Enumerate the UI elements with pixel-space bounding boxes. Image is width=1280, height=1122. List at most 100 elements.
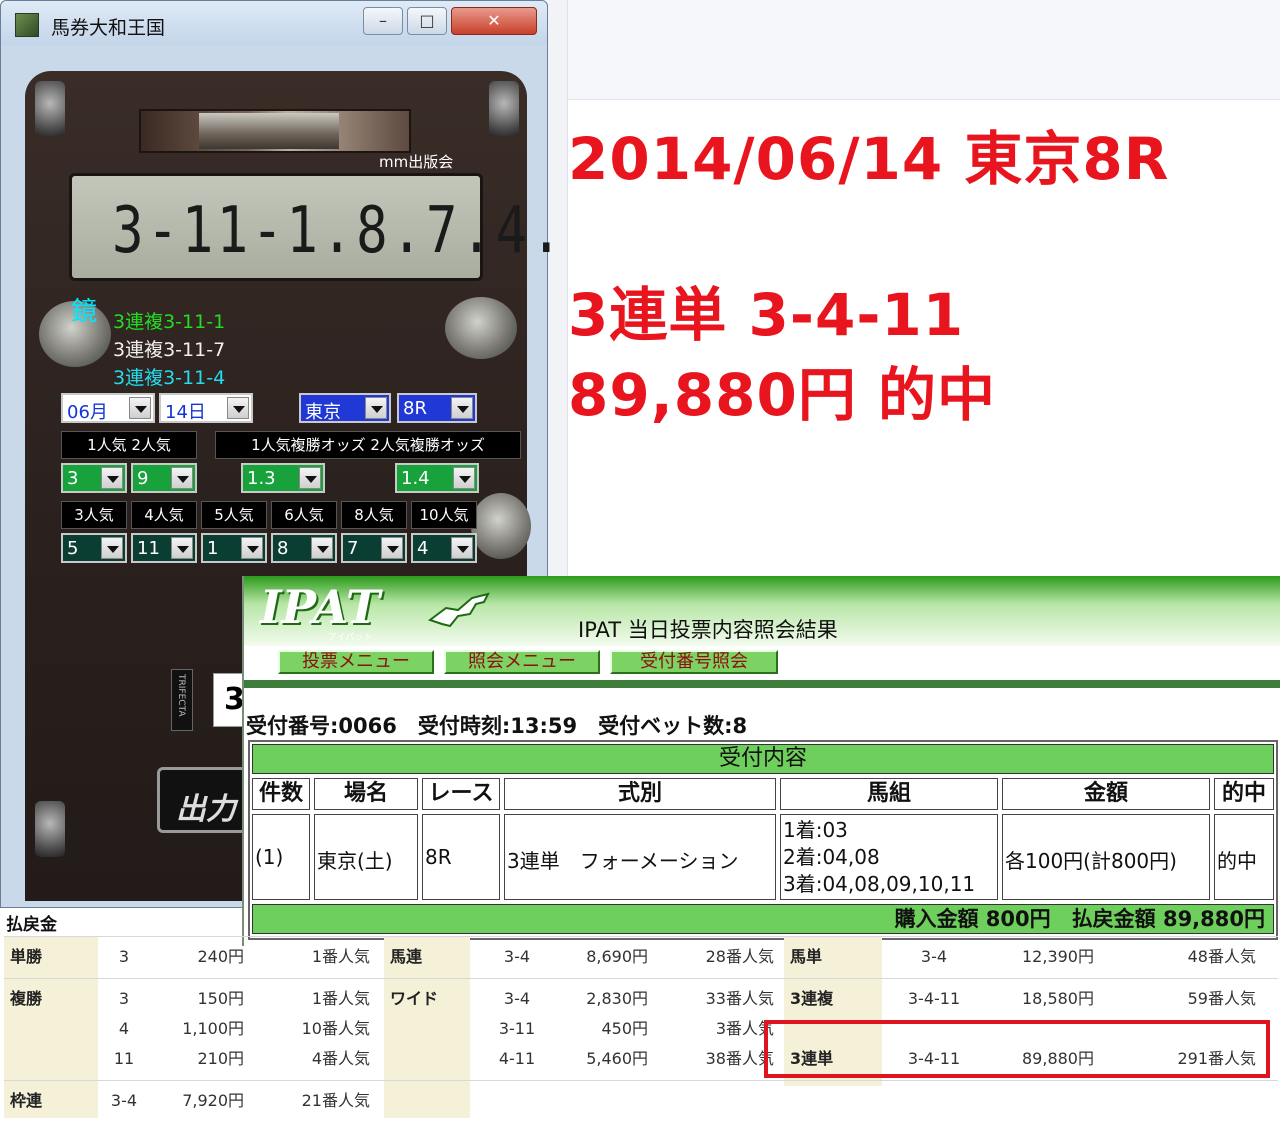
ipat-logo-sub: アイパット xyxy=(328,633,373,643)
payout-cell: 8,690円 xyxy=(586,947,648,966)
payout-cell: 3-4 xyxy=(503,989,531,1008)
receipt-lookup-button[interactable]: 受付番号照会 xyxy=(610,650,778,674)
pop1-odds-select[interactable]: 1.3 xyxy=(241,463,325,493)
col-race: レース xyxy=(422,778,500,810)
pop8-select[interactable]: 7 xyxy=(341,533,407,563)
chevron-down-icon[interactable] xyxy=(171,467,193,489)
ipat-title: IPAT 当日投票内容照会結果 xyxy=(578,618,838,642)
bet-type-cell: 3連複 xyxy=(790,989,834,1008)
inquiry-menu-button[interactable]: 照会メニュー xyxy=(444,650,600,674)
combo-line: 3連複3-11-7 xyxy=(113,339,226,361)
chevron-down-icon[interactable] xyxy=(451,537,473,559)
lcd-value: 3-11-1.8.7.4. xyxy=(112,194,566,268)
pop6-label: 6人気 xyxy=(271,501,337,529)
coin-icon xyxy=(471,493,531,559)
col-hit: 的中 xyxy=(1214,778,1274,810)
pop1-select[interactable]: 3 xyxy=(61,463,127,493)
payout-cell xyxy=(564,1086,654,1116)
col-horses: 馬組 xyxy=(780,778,998,810)
receipt-info: 受付番号:0066 受付時刻:13:59 受付ベット数:8 xyxy=(246,714,748,738)
combo-line: 3連複3-11-4 xyxy=(113,367,226,389)
title-bar[interactable]: 馬券大和王国 – □ ✕ xyxy=(1,1,547,45)
chevron-down-icon[interactable] xyxy=(227,397,249,419)
cell-hit: 的中 xyxy=(1214,814,1274,900)
chevron-down-icon[interactable] xyxy=(311,537,333,559)
bet-type-cell: 単勝 xyxy=(10,947,43,966)
payout-cell: 2,830円 xyxy=(586,989,648,1008)
col-count: 件数 xyxy=(252,778,310,810)
payout-cell: 7,920円 xyxy=(182,1091,244,1110)
venue-select[interactable]: 東京 xyxy=(299,393,391,423)
pop4-select[interactable]: 11 xyxy=(131,533,197,563)
payout-cell: 4 xyxy=(118,1019,130,1038)
bet-type-cell: ワイド xyxy=(390,989,439,1008)
day-select[interactable]: 14日 xyxy=(159,393,253,423)
odds-labels: 1人気複勝オッズ 2人気複勝オッズ xyxy=(215,431,521,459)
screw-icon xyxy=(35,81,65,137)
payout-cell: 150円 xyxy=(197,989,244,1008)
pop3-label: 3人気 xyxy=(61,501,127,529)
payout-cell: 11 xyxy=(113,1049,135,1068)
payout-cell xyxy=(882,1086,986,1116)
payout-cell: 18,580円 xyxy=(1022,989,1094,1008)
col-venue: 場名 xyxy=(314,778,418,810)
maximize-button[interactable]: □ xyxy=(407,7,447,35)
lcd-display: 3-11-1.8.7.4. xyxy=(69,173,562,281)
payout-cell: 5,460円 xyxy=(586,1049,648,1068)
nav-divider xyxy=(244,680,1280,688)
cell-venue: 東京(土) xyxy=(314,814,418,900)
background-window xyxy=(548,0,1280,100)
chevron-down-icon[interactable] xyxy=(451,397,473,419)
combo-line: 3連複3-11-1 xyxy=(113,311,226,333)
background-window-edge xyxy=(548,0,568,580)
pop5-select[interactable]: 1 xyxy=(201,533,267,563)
payout-cell xyxy=(1112,1086,1262,1116)
cell-race: 8R xyxy=(422,814,500,900)
chevron-down-icon[interactable] xyxy=(101,537,123,559)
pop10-label: 10人気 xyxy=(411,501,477,529)
pop2-odds-select[interactable]: 1.4 xyxy=(395,463,479,493)
headline-bet: 3連単 3-4-11 xyxy=(568,281,965,349)
close-button[interactable]: ✕ xyxy=(451,7,537,35)
popularity-labels: 1人気 2人気 xyxy=(61,431,197,459)
pop4-label: 4人気 xyxy=(131,501,197,529)
payout-cell: 3-4 xyxy=(920,947,948,966)
ipat-nav: 投票メニュー 照会メニュー 受付番号照会 xyxy=(244,646,1280,680)
month-select[interactable]: 06月 xyxy=(61,393,155,423)
chevron-down-icon[interactable] xyxy=(381,537,403,559)
bet-type-cell xyxy=(384,1014,470,1044)
bet-type-cell: 枠連 xyxy=(10,1091,43,1110)
payout-cell: 38番人気 xyxy=(705,1049,774,1068)
chevron-down-icon[interactable] xyxy=(129,397,151,419)
pop10-select[interactable]: 4 xyxy=(411,533,477,563)
race-select[interactable]: 8R xyxy=(397,393,477,423)
pop2-select[interactable]: 9 xyxy=(131,463,197,493)
minimize-button[interactable]: – xyxy=(363,7,403,35)
pop6-select[interactable]: 8 xyxy=(271,533,337,563)
output-button[interactable]: 出力 xyxy=(157,767,247,833)
chevron-down-icon[interactable] xyxy=(453,467,475,489)
screw-icon xyxy=(35,801,65,857)
chevron-down-icon[interactable] xyxy=(299,467,321,489)
payout-cell: 10番人気 xyxy=(301,1019,370,1038)
vote-menu-button[interactable]: 投票メニュー xyxy=(278,650,434,674)
cell-amount: 各100円(計800円) xyxy=(1002,814,1210,900)
bet-type-cell: 馬単 xyxy=(790,947,823,966)
chevron-down-icon[interactable] xyxy=(365,397,387,419)
chevron-down-icon[interactable] xyxy=(241,537,263,559)
table-footer-totals: 購入金額 800円 払戻金額 89,880円 xyxy=(252,904,1274,934)
payout-cell xyxy=(988,1086,1100,1116)
chevron-down-icon[interactable] xyxy=(101,467,123,489)
payout-cell: 4番人気 xyxy=(311,1049,370,1068)
pop3-select[interactable]: 5 xyxy=(61,533,127,563)
hit-highlight-box xyxy=(764,1020,1270,1078)
payout-cell: 240円 xyxy=(197,947,244,966)
col-type: 式別 xyxy=(504,778,776,810)
payout-cell: 12,390円 xyxy=(1022,947,1094,966)
chevron-down-icon[interactable] xyxy=(171,537,193,559)
bet-type-cell xyxy=(4,1044,98,1074)
ipat-panel: IPAT アイパット IPAT 当日投票内容照会結果 投票メニュー 照会メニュー… xyxy=(242,576,1280,946)
payout-cell: 3-4 xyxy=(110,1091,138,1110)
payout-cell: 48番人気 xyxy=(1187,947,1256,966)
app-icon xyxy=(15,13,39,37)
